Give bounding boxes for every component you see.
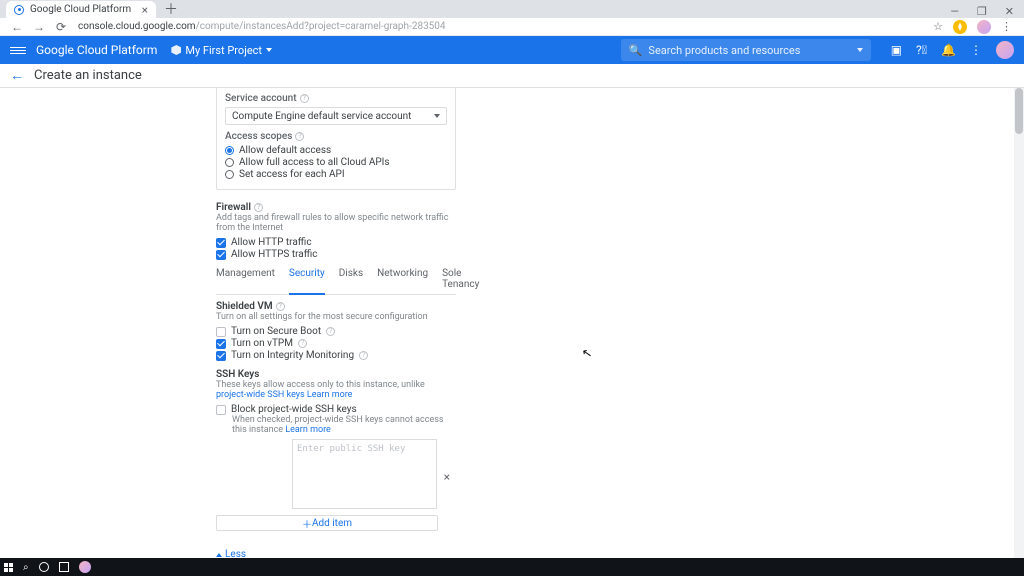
nav-back-icon[interactable]: ← — [10, 20, 24, 34]
tab-management[interactable]: Management — [216, 268, 275, 294]
help-icon[interactable] — [295, 132, 304, 141]
address-bar: ← → ⟳ console.cloud.google.com/compute/i… — [0, 18, 1024, 36]
learn-more-link[interactable]: Learn more — [285, 425, 331, 435]
nav-reload-icon[interactable]: ⟳ — [54, 20, 68, 34]
search-bar[interactable]: 🔍 — [621, 39, 871, 61]
help-icon[interactable] — [298, 339, 307, 348]
help-icon[interactable] — [254, 203, 263, 212]
windows-taskbar[interactable]: ⌕ — [0, 558, 1024, 576]
firewall-heading: Firewall — [216, 202, 456, 213]
project-ssh-keys-link[interactable]: project-wide SSH keys — [216, 390, 305, 400]
vtpm-checkbox[interactable]: Turn on vTPM — [216, 338, 456, 349]
account-avatar[interactable] — [996, 41, 1014, 59]
learn-more-link[interactable]: Learn more — [307, 390, 353, 400]
ssh-keys-desc: These keys allow access only to this ins… — [216, 380, 456, 400]
start-menu-icon[interactable] — [4, 563, 13, 572]
more-icon[interactable]: ⋮ — [970, 43, 982, 57]
chevron-up-icon — [216, 553, 222, 557]
tab-networking[interactable]: Networking — [377, 268, 428, 294]
search-input[interactable] — [648, 44, 856, 57]
tab-security[interactable]: Security — [289, 268, 325, 295]
chevron-down-icon — [266, 48, 272, 52]
page-sub-header: ← Create an instance — [0, 64, 1024, 88]
scrollbar-thumb[interactable] — [1015, 88, 1023, 134]
allow-http-checkbox[interactable]: Allow HTTP traffic — [216, 237, 456, 248]
block-project-ssh-checkbox[interactable]: Block project-wide SSH keys — [216, 404, 456, 415]
help-icon[interactable] — [326, 327, 335, 336]
taskbar-app-icon[interactable] — [79, 561, 91, 573]
help-icon[interactable] — [300, 94, 309, 103]
config-tabs: Management Security Disks Networking Sol… — [216, 268, 456, 295]
task-view-icon[interactable] — [59, 562, 69, 572]
window-maximize-icon[interactable]: ❐ — [977, 5, 987, 18]
project-icon — [171, 45, 181, 55]
block-ssh-note: When checked, project-wide SSH keys cann… — [232, 415, 456, 435]
gcp-logo[interactable]: Google Cloud Platform — [36, 43, 157, 57]
secure-boot-checkbox[interactable]: Turn on Secure Boot — [216, 326, 456, 337]
integrity-monitoring-checkbox[interactable]: Turn on Integrity Monitoring — [216, 350, 456, 361]
scope-each-radio[interactable]: Set access for each API — [225, 169, 447, 180]
page-title: Create an instance — [34, 68, 142, 83]
nav-forward-icon[interactable]: → — [32, 20, 46, 34]
cloud-shell-icon[interactable]: ▣ — [891, 43, 902, 57]
scope-full-radio[interactable]: Allow full access to all Cloud APIs — [225, 157, 447, 168]
mouse-cursor: ↖ — [581, 345, 593, 361]
identity-card: Service account Compute Engine default s… — [216, 88, 456, 190]
service-account-select[interactable]: Compute Engine default service account — [225, 107, 447, 125]
tab-disks[interactable]: Disks — [339, 268, 363, 294]
gcp-header: Google Cloud Platform My First Project 🔍… — [0, 36, 1024, 64]
close-tab-icon[interactable]: × — [142, 3, 148, 17]
ssh-keys-heading: SSH Keys — [216, 369, 456, 380]
remove-ssh-key-icon[interactable]: × — [444, 470, 450, 484]
tab-title: Google Cloud Platform — [30, 4, 131, 15]
nav-menu-icon[interactable] — [10, 47, 26, 54]
bookmark-icon[interactable]: ☆ — [933, 20, 943, 33]
project-selector[interactable]: My First Project — [171, 44, 272, 57]
browser-menu-icon[interactable]: ⋮ — [1001, 20, 1012, 33]
firewall-desc: Add tags and firewall rules to allow spe… — [216, 213, 456, 233]
shielded-vm-desc: Turn on all settings for the most secure… — [216, 312, 456, 322]
chevron-down-icon — [434, 114, 440, 118]
window-close-icon[interactable]: ✕ — [1005, 5, 1014, 18]
new-tab-button[interactable]: ＋ — [162, 0, 180, 18]
add-item-button[interactable]: ＋ Add item — [216, 515, 438, 531]
notifications-icon[interactable]: 🔔 — [941, 43, 956, 57]
url-display[interactable]: console.cloud.google.com/compute/instanc… — [78, 21, 446, 32]
help-icon[interactable] — [359, 351, 368, 360]
browser-tab[interactable]: Google Cloud Platform × — [6, 1, 156, 18]
search-icon[interactable]: ⌕ — [23, 562, 29, 573]
gcp-favicon — [14, 5, 24, 15]
access-scopes-label: Access scopes — [225, 131, 447, 142]
scope-default-radio[interactable]: Allow default access — [225, 145, 447, 156]
main-content: ↖ Service account Compute Engine default… — [0, 88, 1024, 576]
ssh-key-input[interactable]: Enter public SSH key × — [292, 439, 437, 509]
help-icon[interactable] — [276, 302, 285, 311]
service-account-label: Service account — [225, 93, 447, 104]
cloud-status-icon[interactable]: ⧫ — [953, 20, 967, 34]
browser-tab-bar: Google Cloud Platform × ＋ — ❐ ✕ — [0, 0, 1024, 18]
tab-sole-tenancy[interactable]: Sole Tenancy — [442, 268, 479, 294]
chevron-down-icon[interactable] — [857, 48, 863, 52]
scrollbar-track[interactable] — [1014, 88, 1024, 576]
window-minimize-icon[interactable]: — — [950, 5, 959, 18]
help-icon[interactable]: ?⃝ — [916, 43, 927, 57]
cortana-icon[interactable] — [39, 562, 49, 572]
shielded-vm-heading: Shielded VM — [216, 301, 456, 312]
back-arrow-icon[interactable]: ← — [10, 67, 24, 84]
browser-profile-avatar[interactable] — [977, 20, 991, 34]
search-icon: 🔍 — [629, 44, 643, 57]
allow-https-checkbox[interactable]: Allow HTTPS traffic — [216, 249, 456, 260]
